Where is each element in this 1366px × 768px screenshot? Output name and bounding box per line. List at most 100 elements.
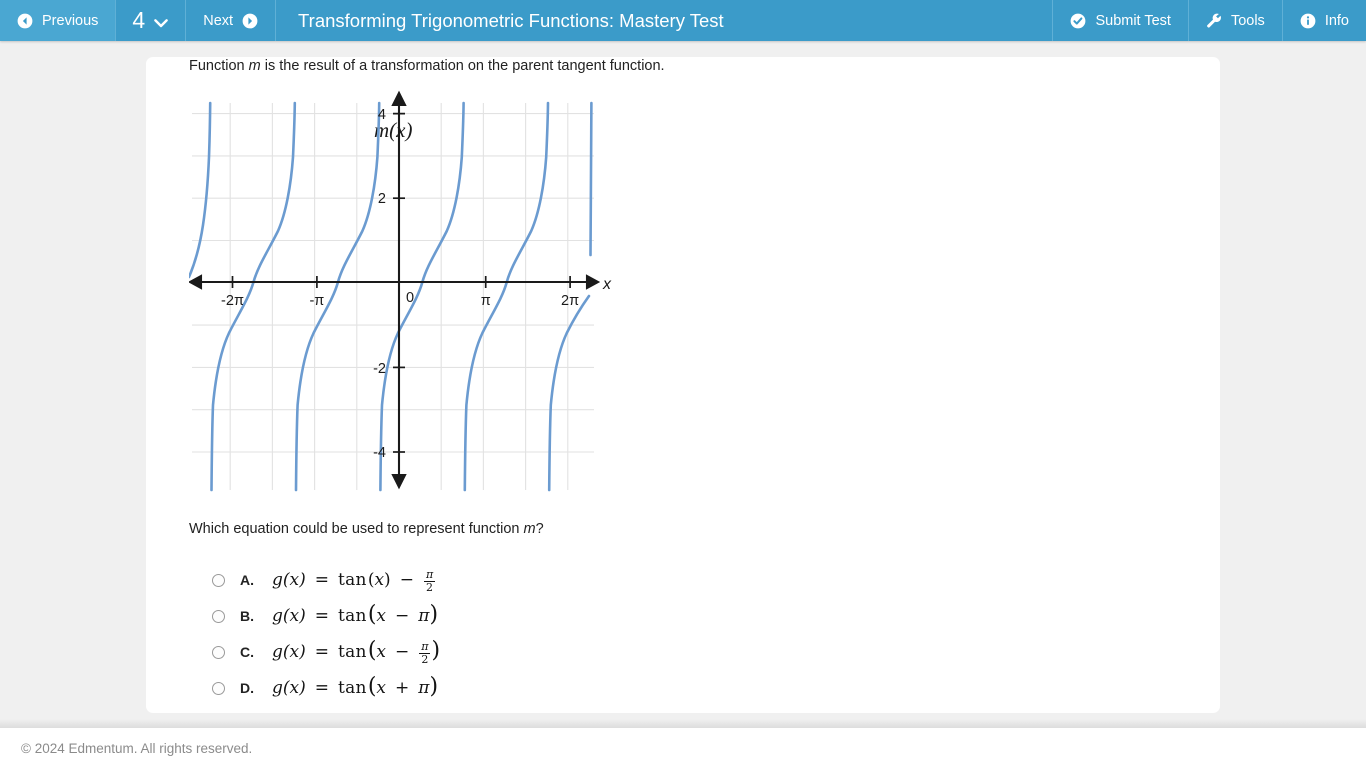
- choice-d-function: tan: [337, 678, 367, 698]
- choice-b-argument: x: [376, 606, 386, 626]
- footer: © 2024 Edmentum. All rights reserved.: [0, 728, 1366, 768]
- choice-letter-a: A.: [240, 572, 254, 588]
- choice-expression-b: g(x) = tan (x − π): [272, 602, 438, 627]
- choice-b-open-paren: (: [367, 602, 377, 627]
- check-circle-icon: [1070, 13, 1086, 29]
- footer-separator: [0, 719, 1366, 728]
- previous-button[interactable]: Previous: [0, 0, 117, 41]
- prompt-variable: m: [523, 521, 536, 537]
- choice-c-lhs: g(x): [272, 642, 306, 662]
- choice-c-function: tan: [337, 642, 367, 662]
- choice-d-argument: x: [376, 678, 386, 698]
- choice-d-lhs: g(x): [272, 678, 306, 698]
- prompt-text-before: Which equation could be used to represen…: [189, 521, 524, 537]
- tools-button[interactable]: Tools: [1187, 0, 1282, 41]
- choice-c-denominator: 2: [419, 652, 431, 666]
- page-number-dropdown[interactable]: 4: [116, 0, 187, 41]
- y-tick-label-neg4: -4: [373, 445, 386, 461]
- choice-d-open-paren: (: [367, 674, 377, 699]
- y-tick-label-4: 4: [378, 107, 386, 123]
- choice-d-operator: +: [395, 678, 410, 698]
- wrench-icon: [1206, 13, 1222, 29]
- stem-text-after: is the result of a transformation on the…: [260, 58, 665, 74]
- choice-b-function: tan: [337, 606, 367, 626]
- graph-svg: -2π -π π 2π 4 2 -2 -4 0 x: [189, 90, 612, 492]
- choice-letter-d: D.: [240, 680, 254, 696]
- choice-expression-c: g(x) = tan (x − π 2 ): [272, 638, 441, 666]
- question-stem: Function m is the result of a transforma…: [189, 57, 665, 76]
- info-circle-icon: [1300, 13, 1316, 29]
- radio-button-b[interactable]: [212, 609, 225, 623]
- choice-d-term: π: [418, 678, 430, 698]
- arrow-circle-right-icon: [242, 13, 258, 29]
- page-number-value: 4: [132, 7, 146, 33]
- y-axis-arrow-down: [391, 473, 407, 490]
- tools-label: Tools: [1230, 12, 1265, 29]
- tick-labels: -2π -π π 2π 4 2 -2 -4 0 x: [221, 107, 612, 461]
- answer-choice-a[interactable]: A. g(x) = tan(x) − π 2: [212, 562, 912, 598]
- y-axis-arrow-up: [391, 90, 407, 107]
- next-label: Next: [203, 12, 234, 29]
- function-graph: m(x) -2π -π π 2π 4 2 -2 -4 0 x: [189, 85, 619, 545]
- choice-letter-c: C.: [240, 644, 254, 660]
- choice-expression-a: g(x) = tan(x) − π 2: [272, 567, 436, 594]
- choice-a-function: tan: [337, 570, 367, 590]
- choice-c-equals: =: [314, 642, 329, 662]
- stem-text-before: Function: [189, 58, 249, 74]
- x-axis-arrow-left: [189, 274, 203, 290]
- submit-test-label: Submit Test: [1095, 12, 1171, 29]
- tangent-curves: [189, 101, 593, 492]
- page-title: Transforming Trigonometric Functions: Ma…: [298, 9, 724, 31]
- x-axis-label: x: [602, 276, 612, 293]
- nav-right-group: Submit Test Tools Info: [1052, 0, 1366, 41]
- choice-b-lhs: g(x): [272, 606, 306, 626]
- choice-a-denominator: 2: [424, 580, 436, 594]
- x-axis-arrow-right: [585, 274, 601, 290]
- choice-a-numerator: π: [425, 567, 434, 581]
- x-tick-label-negpi: -π: [309, 293, 324, 309]
- choice-c-operator: −: [395, 642, 410, 662]
- answer-choice-b[interactable]: B. g(x) = tan (x − π): [212, 598, 912, 634]
- radio-button-a[interactable]: [212, 573, 225, 587]
- nav-left-group: Previous 4 Next: [0, 0, 277, 41]
- answer-choices: A. g(x) = tan(x) − π 2 B. g(x) = tan (x…: [212, 562, 912, 706]
- choice-a-open-paren: (: [367, 570, 375, 590]
- x-tick-label-pi: π: [481, 293, 491, 309]
- radio-button-d[interactable]: [212, 681, 225, 695]
- previous-label: Previous: [42, 12, 99, 29]
- copyright-text: © 2024 Edmentum. All rights reserved.: [21, 740, 253, 756]
- answer-choice-c[interactable]: C. g(x) = tan (x − π 2 ): [212, 634, 912, 670]
- stem-variable: m: [248, 58, 261, 74]
- choice-a-equals: =: [314, 570, 329, 590]
- choice-a-fraction: π 2: [424, 567, 436, 594]
- info-label: Info: [1324, 12, 1349, 29]
- arrow-circle-left-icon: [17, 13, 33, 29]
- choice-c-argument: x: [376, 642, 386, 662]
- app-root: Previous 4 Next Transforming Trigonometr…: [0, 0, 1366, 768]
- chevron-down-icon: [153, 16, 169, 32]
- choice-b-equals: =: [314, 606, 329, 626]
- choice-b-term: π: [418, 606, 430, 626]
- choice-c-close-paren: ): [431, 638, 441, 663]
- choice-expression-d: g(x) = tan (x + π): [272, 674, 439, 699]
- choice-a-lhs: g(x): [272, 570, 306, 590]
- choice-c-fraction: π 2: [419, 639, 431, 666]
- submit-test-button[interactable]: Submit Test: [1052, 0, 1188, 41]
- radio-button-c[interactable]: [212, 645, 225, 659]
- x-tick-label-2pi: 2π: [561, 293, 579, 309]
- prompt-text-after: ?: [535, 521, 544, 537]
- choice-letter-b: B.: [240, 608, 254, 624]
- choice-a-argument: x: [374, 570, 385, 590]
- info-button[interactable]: Info: [1281, 0, 1366, 41]
- y-tick-label-2: 2: [378, 191, 386, 207]
- choice-c-numerator: π: [421, 639, 429, 653]
- answer-choice-d[interactable]: D. g(x) = tan (x + π): [212, 670, 912, 706]
- top-navigation-bar: Previous 4 Next Transforming Trigonometr…: [0, 0, 1366, 41]
- question-card: Function m is the result of a transforma…: [146, 57, 1220, 713]
- next-button[interactable]: Next: [186, 0, 277, 41]
- choice-d-close-paren: ): [429, 674, 439, 699]
- choice-a-operator: −: [399, 570, 414, 590]
- choice-a-close-paren: ): [384, 570, 391, 590]
- choice-d-equals: =: [314, 678, 329, 698]
- origin-label: 0: [406, 290, 414, 306]
